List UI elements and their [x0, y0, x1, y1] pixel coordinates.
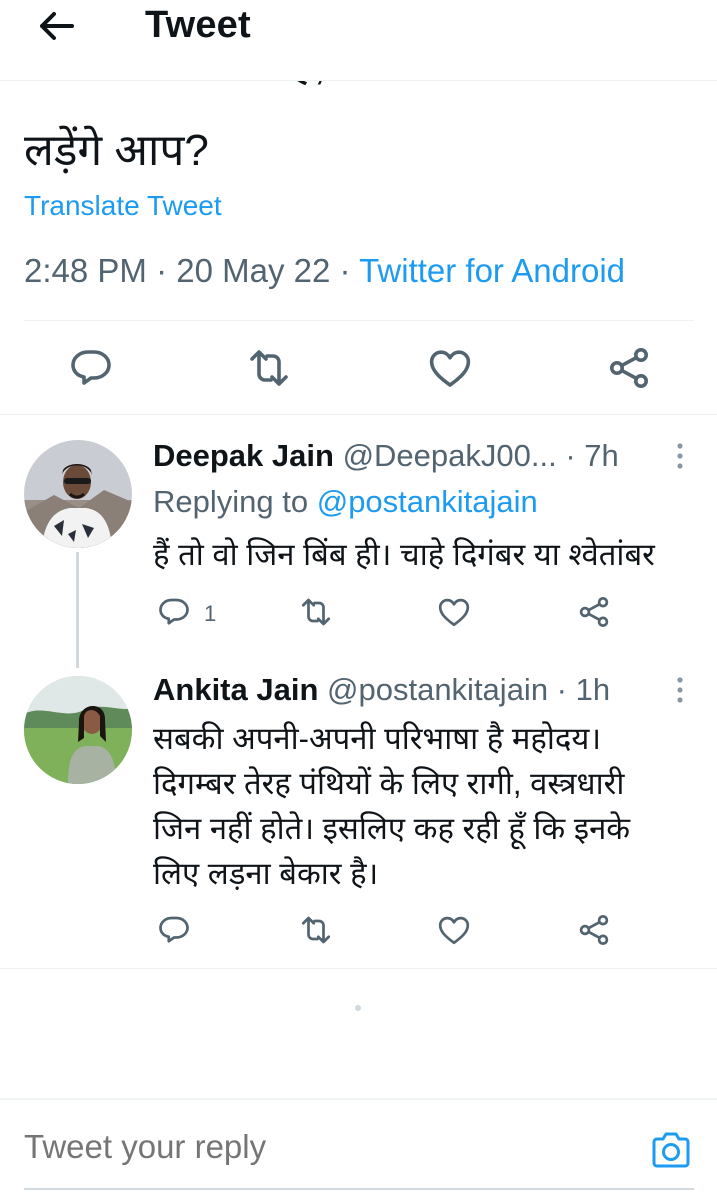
tweet-source-link[interactable]: Twitter for Android [359, 252, 625, 289]
reply-time: · 1h [548, 672, 611, 707]
reply-header: Ankita Jain @postankitajain · 1h [153, 672, 610, 708]
reply-time: · 7h [556, 438, 619, 473]
divider [24, 320, 694, 321]
heart-icon[interactable] [426, 344, 474, 392]
translate-tweet-link[interactable]: Translate Tweet [24, 190, 222, 222]
share-icon[interactable] [605, 344, 653, 392]
thread-line [76, 552, 79, 668]
tweet-time: 2:48 PM [24, 252, 147, 289]
more-vertical-icon[interactable] [676, 676, 684, 704]
reply-header: Deepak Jain @DeepakJ00... · 7h [153, 438, 619, 474]
avatar[interactable] [24, 676, 132, 784]
display-name[interactable]: Ankita Jain [153, 672, 318, 707]
share-icon[interactable] [576, 594, 612, 630]
user-handle[interactable]: @DeepakJ00... [343, 438, 557, 473]
divider [0, 414, 717, 415]
reply-icon[interactable] [156, 594, 192, 630]
tweet-meta: 2:48 PM · 20 May 22 · Twitter for Androi… [24, 252, 626, 289]
page-title: Tweet [145, 4, 251, 46]
reply-text: हैं तो वो जिन बिंब ही। चाहे दिगंबर या श्… [153, 537, 655, 572]
replying-to: Replying to @postankitajain [153, 484, 538, 519]
heart-icon[interactable] [436, 594, 472, 630]
camera-icon[interactable] [650, 1130, 692, 1172]
tweet-date: 20 May 22 [176, 252, 331, 289]
tweet-text: लड़ेंगे आप? [24, 126, 209, 175]
top-bar: Tweet [0, 0, 717, 81]
reply-count: 1 [204, 601, 217, 626]
reply-text: सबकी अपनी-अपनी परिभाषा है महोदय। दिगम्बर… [153, 721, 631, 891]
share-icon[interactable] [576, 912, 612, 948]
arrow-left-icon[interactable] [36, 6, 80, 46]
more-vertical-icon[interactable] [676, 442, 684, 470]
user-handle[interactable]: @postankitajain [327, 672, 548, 707]
retweet-icon[interactable] [298, 594, 334, 630]
avatar[interactable] [24, 440, 132, 548]
heart-icon[interactable] [436, 912, 472, 948]
retweet-icon[interactable] [298, 912, 334, 948]
mention-link[interactable]: @postankitajain [317, 484, 538, 519]
reply-input[interactable] [24, 1128, 584, 1166]
divider [0, 968, 717, 969]
retweet-icon[interactable] [245, 344, 293, 392]
display-name[interactable]: Deepak Jain [153, 438, 334, 473]
reply-icon[interactable] [67, 344, 115, 392]
loading-indicator [355, 1005, 361, 1011]
reply-icon[interactable] [156, 912, 192, 948]
input-underline [24, 1188, 694, 1190]
